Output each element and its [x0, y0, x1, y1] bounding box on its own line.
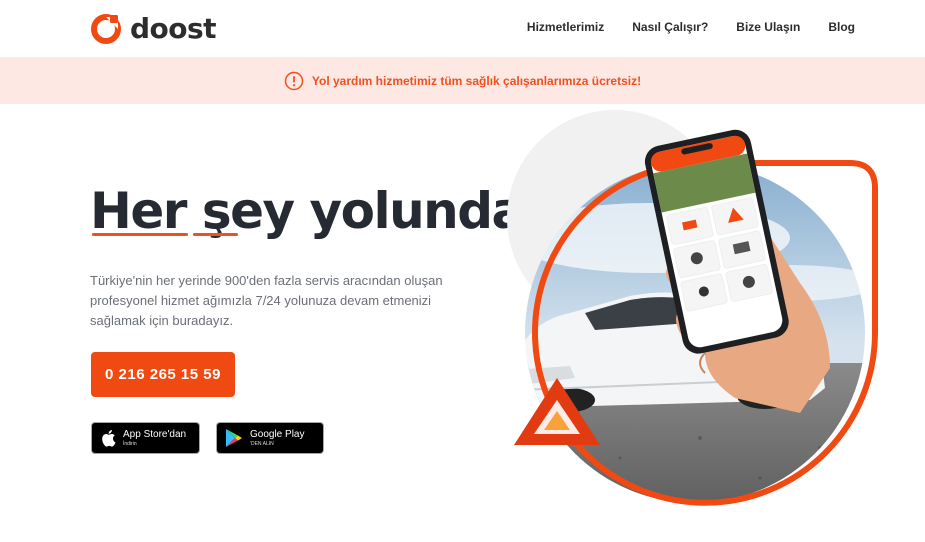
main-nav: Hizmetlerimiz Nasıl Çalışır? Bize Ulaşın…	[527, 20, 855, 34]
google-play-sublabel: 'DEN ALIN	[250, 440, 274, 447]
app-store-button[interactable]: App Store'dan İndirin	[91, 422, 200, 454]
nav-how-it-works[interactable]: Nasıl Çalışır?	[632, 20, 708, 34]
google-play-button[interactable]: Google Play 'DEN ALIN	[216, 422, 324, 454]
google-play-label: Google Play	[250, 428, 305, 440]
brand-name: doost	[130, 12, 217, 45]
call-phone-button[interactable]: 0 216 265 15 59	[91, 352, 235, 397]
hero-title: Her şey yolunda	[90, 182, 525, 240]
hero-description: Türkiye'nin her yerinde 900'den fazla se…	[90, 273, 443, 328]
header: doost Hizmetlerimiz Nasıl Çalışır? Bize …	[0, 0, 925, 58]
app-store-label: App Store'dan	[123, 428, 187, 440]
nav-contact[interactable]: Bize Ulaşın	[736, 20, 800, 34]
brand-logo[interactable]: doost	[90, 12, 217, 45]
info-icon	[284, 71, 304, 91]
apple-icon	[102, 430, 116, 447]
title-underline-2	[193, 233, 238, 236]
doost-logo-icon	[91, 13, 121, 44]
announcement-banner: Yol yardım hizmetimiz tüm sağlık çalışan…	[0, 58, 925, 104]
nav-blog[interactable]: Blog	[828, 20, 855, 34]
banner-text: Yol yardım hizmetimiz tüm sağlık çalışan…	[311, 74, 642, 88]
title-underline-1	[92, 233, 188, 236]
google-play-icon	[226, 429, 242, 447]
app-store-sublabel: İndirin	[123, 440, 137, 447]
hero-illustration	[507, 110, 878, 506]
nav-services[interactable]: Hizmetlerimiz	[527, 20, 604, 34]
